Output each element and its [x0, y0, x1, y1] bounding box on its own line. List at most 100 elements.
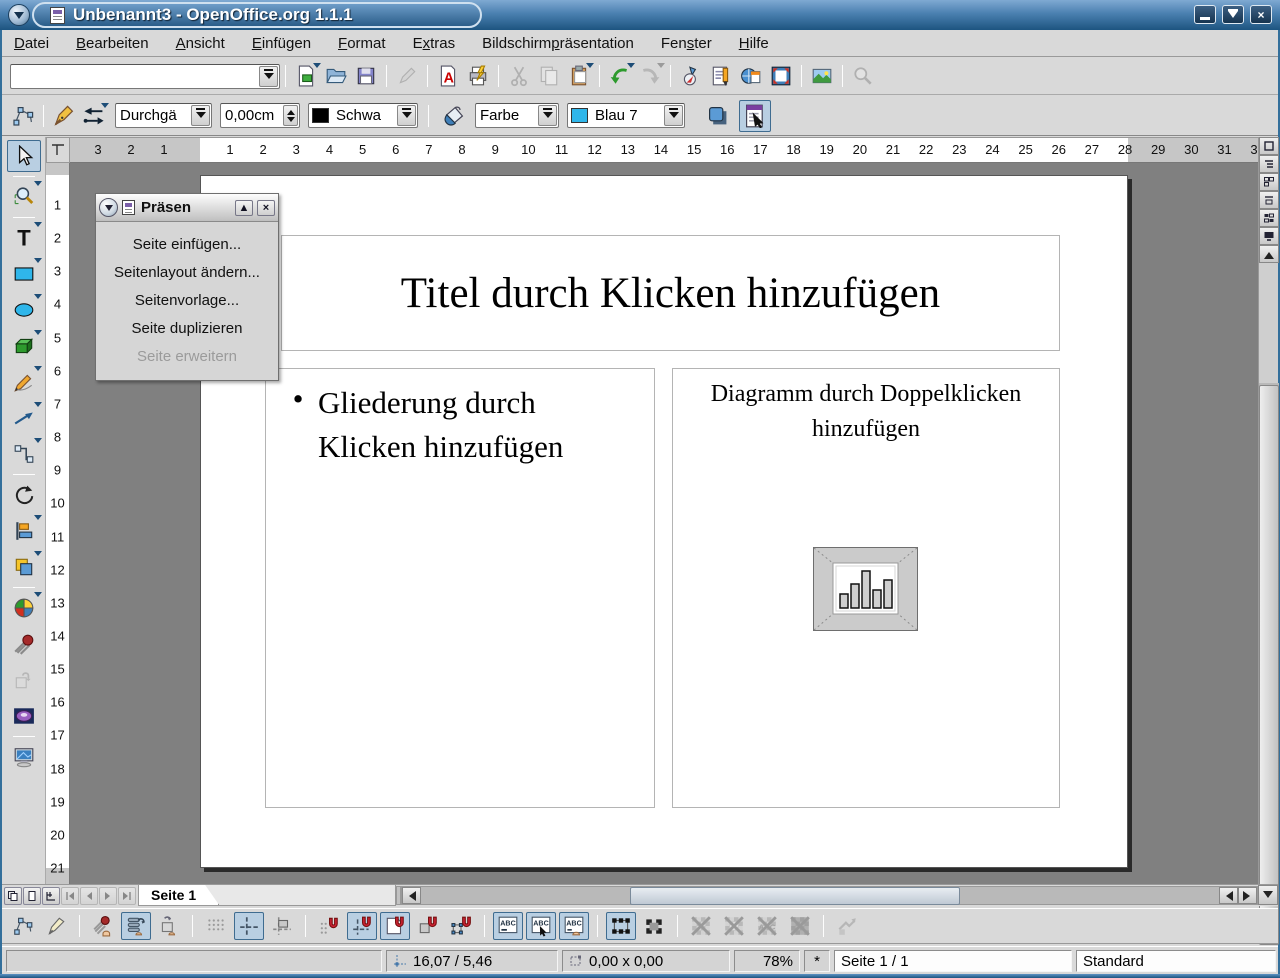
line-width-spinner[interactable]: 0,00cm — [220, 103, 300, 128]
insert-tool[interactable] — [7, 592, 41, 624]
outline-placeholder[interactable]: • Gliederung durch Klicken hinzufügen — [265, 368, 655, 808]
insert-slide-button[interactable] — [4, 887, 22, 905]
palette-title-bar[interactable]: Präsen ▲ × — [96, 194, 278, 222]
fill-type-dropdown[interactable] — [538, 105, 557, 126]
curve-tool[interactable] — [7, 366, 41, 398]
menu-help[interactable]: Hilfe — [739, 35, 769, 52]
slide-tab[interactable]: Seite 1 — [139, 885, 219, 905]
prev-tab-button[interactable] — [80, 887, 98, 905]
snap-to-object-border-toggle[interactable] — [413, 912, 443, 940]
rotation-mode-toggle[interactable] — [41, 912, 71, 940]
move-with-attributes-button[interactable] — [832, 912, 862, 940]
view-outline-button[interactable] — [1259, 155, 1279, 173]
menu-slideshow[interactable]: Bildschirmpräsentation — [482, 35, 634, 52]
quick-edit-toggle[interactable]: ABC — [493, 912, 523, 940]
menu-view[interactable]: Ansicht — [176, 35, 225, 52]
navigator-button[interactable] — [736, 62, 766, 90]
animation-effects-tool[interactable] — [7, 628, 41, 660]
edit-file-button[interactable] — [392, 62, 422, 90]
3d-controller-tool[interactable] — [7, 700, 41, 732]
snap-lines-visible-toggle[interactable] — [234, 912, 264, 940]
menu-edit[interactable]: Bearbeiten — [76, 35, 149, 52]
next-tab-button[interactable] — [99, 887, 117, 905]
snap-to-grid-toggle[interactable] — [314, 912, 344, 940]
text-placeholder-toggle[interactable] — [686, 912, 716, 940]
url-combobox[interactable] — [10, 64, 280, 89]
vertical-scrollbar[interactable] — [1258, 137, 1278, 904]
menu-format[interactable]: Format — [338, 35, 386, 52]
menu-tools[interactable]: Extras — [413, 35, 456, 52]
allow-effects-toggle[interactable] — [88, 912, 118, 940]
url-dropdown-button[interactable] — [259, 66, 278, 87]
large-handles-toggle[interactable] — [639, 912, 669, 940]
lines-arrows-tool[interactable] — [7, 402, 41, 434]
palette-item[interactable]: Seite duplizieren — [96, 314, 278, 342]
fill-type-combobox[interactable]: Farbe — [475, 103, 559, 128]
line-color-combobox[interactable]: Schwa — [308, 103, 418, 128]
arrow-style-button[interactable] — [79, 102, 109, 130]
menu-file[interactable]: Datei — [14, 35, 49, 52]
title-placeholder[interactable]: Titel durch Klicken hinzufügen — [281, 235, 1060, 351]
image-placeholder-toggle[interactable] — [719, 912, 749, 940]
presentation-box-button[interactable] — [739, 100, 771, 132]
open-button[interactable] — [321, 62, 351, 90]
snap-to-object-points-toggle[interactable] — [446, 912, 476, 940]
vertical-scroll-thumb[interactable] — [1259, 385, 1279, 945]
alignment-tool[interactable] — [7, 515, 41, 547]
line-style-combobox[interactable]: Durchgä — [115, 103, 212, 128]
scroll-right-end-button[interactable] — [1238, 887, 1257, 904]
view-handout-button[interactable] — [1259, 209, 1279, 227]
scroll-left-button[interactable] — [402, 887, 421, 904]
shadow-button[interactable] — [703, 102, 733, 130]
palette-rollup-button[interactable]: ▲ — [235, 200, 253, 216]
guides-when-moving-toggle[interactable] — [267, 912, 297, 940]
select-text-area-toggle[interactable]: ABC — [526, 912, 556, 940]
palette-item[interactable]: Seitenlayout ändern... — [96, 258, 278, 286]
interaction-tool[interactable] — [7, 664, 41, 696]
minimize-button[interactable] — [1194, 5, 1216, 24]
vertical-ruler[interactable]: 123456789101112131415161718192021 — [46, 163, 70, 884]
gallery-button[interactable] — [807, 62, 837, 90]
horizontal-scrollbar[interactable] — [401, 886, 1258, 905]
maximize-button[interactable] — [1222, 5, 1244, 24]
navigator-compass-button[interactable] — [676, 62, 706, 90]
palette-close-button[interactable]: × — [257, 200, 275, 216]
last-tab-button[interactable] — [118, 887, 136, 905]
edit-points-button[interactable] — [8, 102, 38, 130]
view-drawing-button[interactable] — [1259, 137, 1279, 155]
connector-tool[interactable] — [7, 438, 41, 470]
window-menu-button[interactable] — [8, 4, 30, 26]
ruler-origin-box[interactable] — [46, 137, 70, 163]
chart-placeholder-toggle[interactable] — [785, 912, 815, 940]
new-document-button[interactable] — [291, 62, 321, 90]
start-presentation-button[interactable] — [1259, 227, 1279, 245]
rotate-tool[interactable] — [7, 479, 41, 511]
fill-style-button[interactable] — [439, 102, 469, 130]
text-tool[interactable]: T — [7, 222, 41, 254]
save-button[interactable] — [351, 62, 381, 90]
edit-points-toggle[interactable] — [8, 912, 38, 940]
snap-to-page-margins-toggle[interactable] — [380, 912, 410, 940]
simple-handles-toggle[interactable] — [606, 912, 636, 940]
select-tool[interactable] — [7, 140, 41, 172]
find-button[interactable] — [848, 62, 878, 90]
copy-button[interactable] — [534, 62, 564, 90]
first-tab-button[interactable] — [61, 887, 79, 905]
print-button[interactable] — [463, 62, 493, 90]
stylist-button[interactable] — [706, 62, 736, 90]
zoom-page-button[interactable] — [766, 62, 796, 90]
export-pdf-button[interactable]: A — [433, 62, 463, 90]
3d-objects-tool[interactable] — [7, 330, 41, 362]
menu-insert[interactable]: Einfügen — [252, 35, 311, 52]
object-placeholder-toggle[interactable]: ABC — [752, 912, 782, 940]
line-pen-button[interactable] — [49, 102, 79, 130]
menu-window[interactable]: Fenster — [661, 35, 712, 52]
scroll-down-button[interactable] — [1258, 885, 1278, 905]
snap-to-snap-lines-toggle[interactable] — [347, 912, 377, 940]
position-mode-toggle[interactable] — [154, 912, 184, 940]
status-zoom-field[interactable]: 78% — [734, 950, 800, 972]
page-mode-button[interactable] — [23, 887, 41, 905]
line-width-spin-buttons[interactable] — [283, 105, 298, 126]
horizontal-ruler[interactable]: 3211234567891011121314151617181920212223… — [70, 137, 1258, 163]
paste-button[interactable] — [564, 62, 594, 90]
